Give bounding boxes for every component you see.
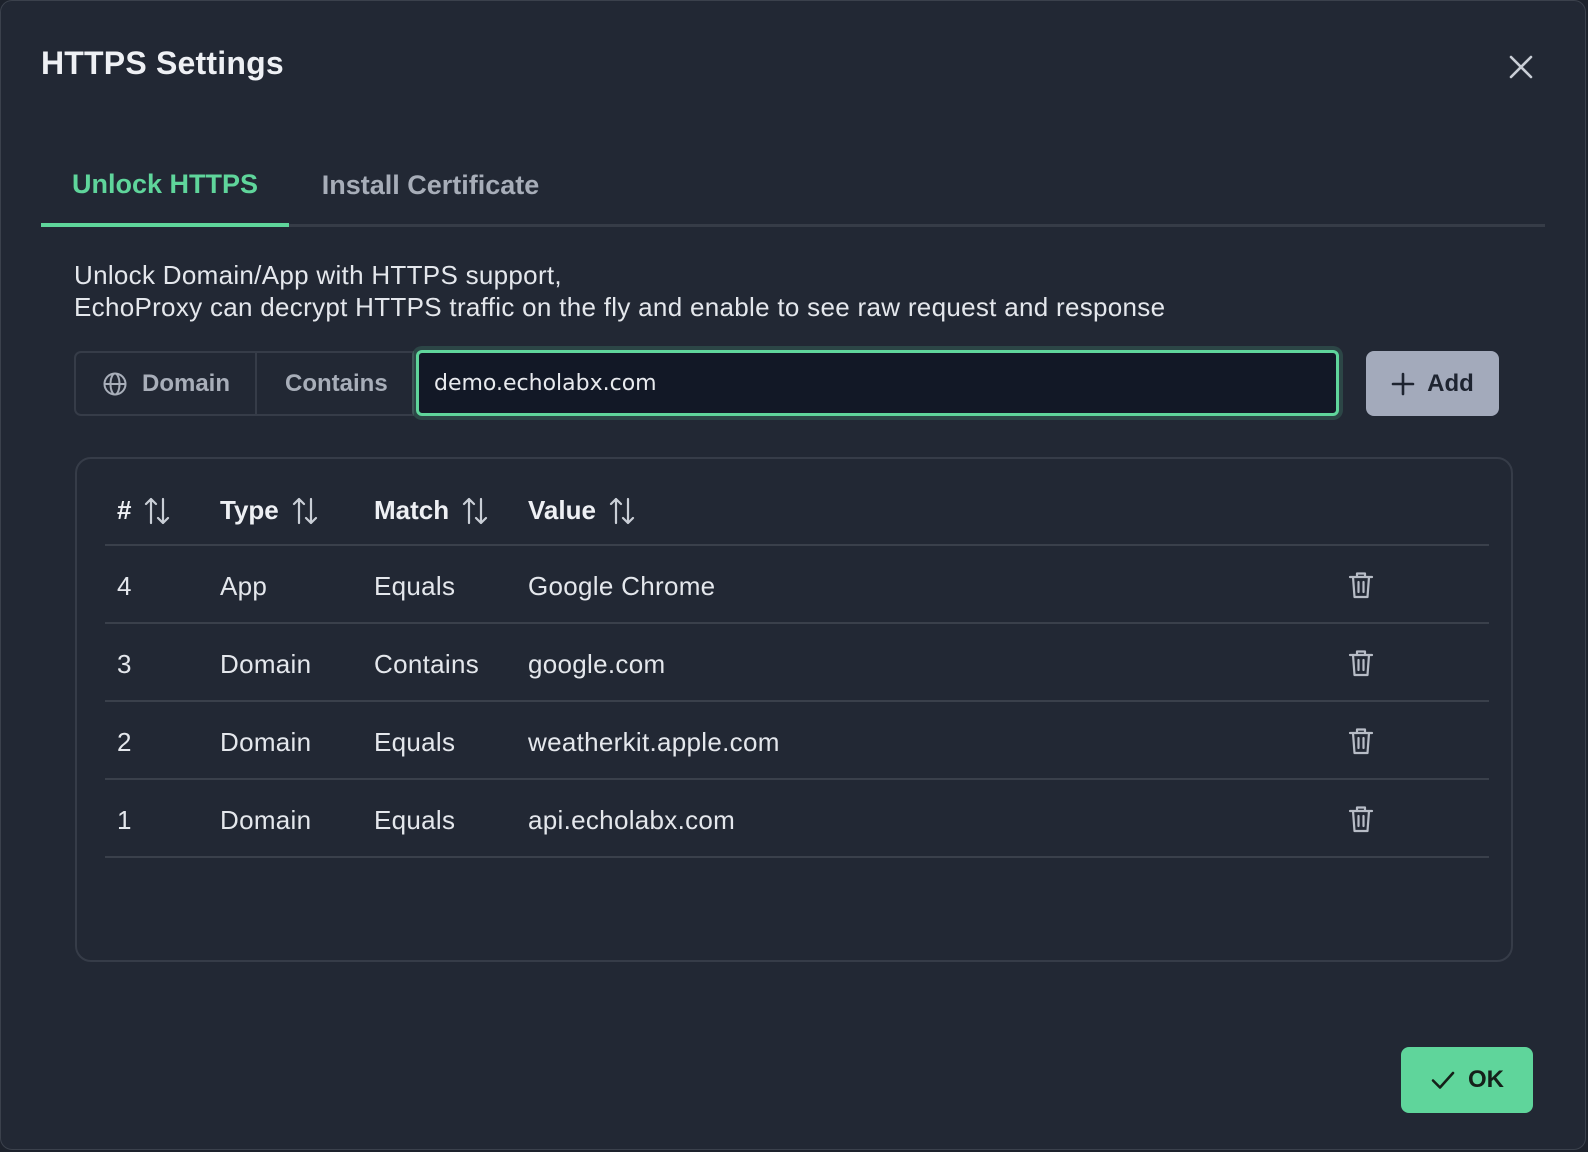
ok-button[interactable]: OK xyxy=(1401,1047,1533,1113)
cell-match: Equals xyxy=(374,805,456,835)
cell-value: weatherkit.apple.com xyxy=(528,727,780,757)
trash-icon xyxy=(1348,728,1374,755)
delete-button[interactable] xyxy=(1345,569,1377,601)
close-icon xyxy=(1509,55,1533,79)
sort-icon xyxy=(609,497,635,524)
description-line-1: Unlock Domain/App with HTTPS support, xyxy=(74,260,562,290)
tab-bar: Unlock HTTPS Install Certificate xyxy=(41,146,1545,227)
globe-icon xyxy=(103,372,127,395)
trash-icon xyxy=(1348,806,1374,833)
column-header-label: Type xyxy=(220,495,279,525)
cell-number: 4 xyxy=(117,571,132,601)
cell-match: Equals xyxy=(374,727,456,757)
add-button-label: Add xyxy=(1427,369,1474,397)
table-header: # Type Match Value xyxy=(105,459,1489,546)
column-header-label: Match xyxy=(374,495,450,525)
column-header-type[interactable]: Type xyxy=(220,495,319,526)
cell-number: 1 xyxy=(117,805,132,835)
cell-type: Domain xyxy=(220,649,312,679)
column-header-label: # xyxy=(117,495,132,525)
match-select[interactable]: Contains xyxy=(257,351,414,416)
delete-button[interactable] xyxy=(1345,803,1377,835)
tab-unlock-https[interactable]: Unlock HTTPS xyxy=(41,146,289,227)
match-select-label: Contains xyxy=(285,369,388,397)
close-button[interactable] xyxy=(1503,49,1539,85)
column-header-match[interactable]: Match xyxy=(374,495,489,526)
column-header-value[interactable]: Value xyxy=(528,495,636,526)
table-row: 1 Domain Equals api.echolabx.com xyxy=(105,780,1489,858)
add-button[interactable]: Add xyxy=(1366,351,1499,416)
ok-button-label: OK xyxy=(1468,1066,1504,1093)
delete-button[interactable] xyxy=(1345,647,1377,679)
table-row: 2 Domain Equals weatherkit.apple.com xyxy=(105,702,1489,780)
description-line-2: EchoProxy can decrypt HTTPS traffic on t… xyxy=(74,292,1166,322)
description: Unlock Domain/App with HTTPS support, Ec… xyxy=(74,259,1165,323)
cell-match: Contains xyxy=(374,649,480,679)
table-row: 3 Domain Contains google.com xyxy=(105,624,1489,702)
sort-icon xyxy=(292,497,317,524)
plus-icon xyxy=(1391,372,1415,395)
https-settings-dialog: HTTPS Settings Unlock HTTPS Install Cert… xyxy=(0,0,1586,1150)
type-select[interactable]: Domain xyxy=(74,351,257,416)
cell-type: App xyxy=(220,571,268,601)
cell-value: api.echolabx.com xyxy=(528,805,736,835)
tab-install-certificate[interactable]: Install Certificate xyxy=(289,146,572,224)
cell-match: Equals xyxy=(374,571,456,601)
cell-value: google.com xyxy=(528,649,666,679)
trash-icon xyxy=(1348,572,1374,599)
rules-table: # Type Match Value 4 App Equals Google C… xyxy=(75,457,1513,962)
sort-icon xyxy=(463,497,488,524)
dialog-title: HTTPS Settings xyxy=(41,45,284,81)
cell-type: Domain xyxy=(220,805,312,835)
value-input[interactable] xyxy=(416,350,1339,416)
trash-icon xyxy=(1348,650,1374,677)
cell-number: 2 xyxy=(117,727,132,757)
cell-value: Google Chrome xyxy=(528,571,716,601)
column-header-number[interactable]: # xyxy=(117,495,171,526)
rule-builder: Domain Contains xyxy=(74,351,414,416)
type-select-label: Domain xyxy=(142,369,231,397)
table-row: 4 App Equals Google Chrome xyxy=(105,546,1489,624)
delete-button[interactable] xyxy=(1345,725,1377,757)
cell-number: 3 xyxy=(117,649,132,679)
sort-icon xyxy=(145,497,170,524)
check-icon xyxy=(1431,1071,1455,1089)
cell-type: Domain xyxy=(220,727,312,757)
column-header-label: Value xyxy=(528,495,596,525)
